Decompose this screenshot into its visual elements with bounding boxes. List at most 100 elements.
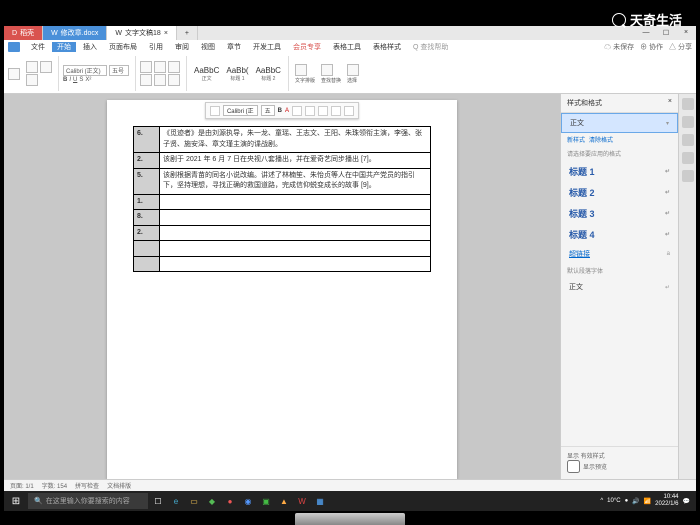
table-row[interactable]: 1. [134, 194, 431, 210]
menu-ref[interactable]: 引用 [144, 42, 168, 52]
row-content[interactable]: 该剧于 2021 年 6 月 7 日在央视八套播出，并在爱奇艺同步播出 [7]。 [160, 153, 431, 169]
row-number[interactable]: 2. [134, 225, 160, 241]
show-select[interactable]: 显示 有效样式 [567, 451, 672, 460]
edge-icon[interactable]: e [168, 493, 184, 509]
panel-close-icon[interactable]: × [668, 98, 672, 108]
weather-tray[interactable]: 10°C [607, 498, 620, 504]
paste-icon[interactable] [8, 68, 20, 80]
tray-up-icon[interactable]: ^ [600, 498, 603, 504]
row-number[interactable]: 1. [134, 194, 160, 210]
coop-button[interactable]: ⊕ 协作 [640, 42, 663, 52]
table-row[interactable] [134, 241, 431, 257]
row-number[interactable] [134, 256, 160, 272]
row-number[interactable]: 8. [134, 210, 160, 226]
task-view-icon[interactable]: ☐ [150, 493, 166, 509]
ft-split-icon[interactable] [344, 106, 354, 116]
app-icon-3[interactable]: ◉ [240, 493, 256, 509]
underline-button[interactable]: U [73, 77, 77, 83]
maximize-button[interactable]: ☐ [656, 29, 676, 37]
style-normal[interactable]: AaBbC正文 [191, 65, 222, 83]
menu-layout[interactable]: 页面布局 [104, 42, 142, 52]
save-status[interactable]: ☁ 未保存 [604, 42, 634, 52]
tab-doc2[interactable]: W文字文稿18× [107, 26, 177, 40]
ft-highlight-icon[interactable] [292, 106, 302, 116]
select-icon[interactable] [347, 64, 359, 76]
style-body[interactable]: 正文↵ [561, 278, 678, 296]
ft-font[interactable]: Calibri (正 [223, 105, 258, 116]
menu-view[interactable]: 视图 [196, 42, 220, 52]
row-content[interactable] [160, 241, 431, 257]
rt-icon-5[interactable] [682, 170, 694, 182]
style-hyperlink[interactable]: 超链接a [561, 245, 678, 263]
row-content[interactable] [160, 225, 431, 241]
notification-icon[interactable]: 💬 [683, 498, 690, 505]
rt-icon-2[interactable] [682, 116, 694, 128]
tab-doc1[interactable]: W修改章.docx [43, 26, 107, 40]
row-content[interactable]: 该剧根据青苗的同名小说改编。讲述了林楠笙、朱怡贞等人在中国共产党员的指引下，坚持… [160, 168, 431, 194]
font-select[interactable]: Calibri (正文) [63, 65, 107, 76]
new-style-link[interactable]: 新样式 [567, 135, 585, 144]
menu-review[interactable]: 审阅 [170, 42, 194, 52]
italic-button[interactable]: I [69, 77, 71, 83]
ft-bullets-icon[interactable] [305, 106, 315, 116]
help-search[interactable]: Q 查找帮助 [408, 42, 453, 52]
app-icon-5[interactable]: ▲ [276, 493, 292, 509]
row-number[interactable]: 5. [134, 168, 160, 194]
rt-icon-4[interactable] [682, 152, 694, 164]
start-button[interactable]: ⊞ [6, 492, 26, 510]
current-style[interactable]: 正文▾ [561, 113, 678, 133]
share-button[interactable]: △ 分享 [669, 42, 692, 52]
row-number[interactable]: 2. [134, 153, 160, 169]
align-center-icon[interactable] [154, 74, 166, 86]
copy-icon[interactable] [40, 61, 52, 73]
clear-format-link[interactable]: 清除格式 [589, 135, 613, 144]
style-h2[interactable]: AaBbC标题 2 [253, 65, 284, 83]
word-count[interactable]: 字数: 154 [42, 481, 67, 490]
style-heading2[interactable]: 标题 2↵ [561, 182, 678, 203]
taskbar-search[interactable]: 🔍在这里输入你要搜索的内容 [28, 493, 148, 509]
tab-new[interactable]: + [177, 26, 198, 40]
row-content[interactable] [160, 210, 431, 226]
menu-tablestyle[interactable]: 表格样式 [368, 42, 406, 52]
style-heading1[interactable]: 标题 1↵ [561, 161, 678, 182]
style-heading3[interactable]: 标题 3↵ [561, 203, 678, 224]
cut-icon[interactable] [26, 61, 38, 73]
row-content[interactable] [160, 194, 431, 210]
row-number[interactable]: 6. [134, 127, 160, 153]
menu-chapter[interactable]: 章节 [222, 42, 246, 52]
app-icon-4[interactable]: ▣ [258, 493, 274, 509]
document-area[interactable]: Calibri (正 五 B A 6.《觅迹者》是由刘源执导，朱一龙、童瑶、王志… [4, 94, 560, 479]
menu-start[interactable]: 开始 [52, 42, 76, 52]
rt-icon-1[interactable] [682, 98, 694, 110]
strike-button[interactable]: S [79, 77, 83, 83]
ft-merge-icon[interactable] [331, 106, 341, 116]
indent-icon[interactable] [168, 61, 180, 73]
table-row[interactable]: 2.该剧于 2021 年 6 月 7 日在央视八套播出，并在爱奇艺同步播出 [7… [134, 153, 431, 169]
rt-icon-3[interactable] [682, 134, 694, 146]
ft-color[interactable]: A [285, 108, 289, 114]
align-left-icon[interactable] [140, 74, 152, 86]
app-icon-1[interactable]: ◆ [204, 493, 220, 509]
ft-handle-icon[interactable] [210, 106, 220, 116]
page-count[interactable]: 页面: 1/1 [10, 481, 34, 490]
close-button[interactable]: × [676, 29, 696, 37]
minimize-button[interactable]: — [636, 29, 656, 37]
ft-align-icon[interactable] [318, 106, 328, 116]
tray-wifi-icon[interactable]: 📶 [644, 498, 651, 505]
tray-icon-2[interactable]: 🔊 [632, 498, 639, 505]
menu-tabletool[interactable]: 表格工具 [328, 42, 366, 52]
row-content[interactable]: 《觅迹者》是由刘源执导，朱一龙、童瑶、王志文、王阳、朱珠领衔主演，李强、张子贤、… [160, 127, 431, 153]
ft-bold[interactable]: B [278, 108, 282, 114]
super-button[interactable]: X² [85, 77, 91, 83]
row-number[interactable] [134, 241, 160, 257]
menu-dev[interactable]: 开发工具 [248, 42, 286, 52]
spellcheck-status[interactable]: 拼写检查 [75, 481, 99, 490]
app-logo-icon[interactable] [8, 42, 20, 52]
table-row[interactable]: 2. [134, 225, 431, 241]
bullets-icon[interactable] [140, 61, 152, 73]
align-right-icon[interactable] [168, 74, 180, 86]
tray-icon-1[interactable]: ● [625, 498, 629, 504]
ft-size[interactable]: 五 [261, 105, 275, 116]
menu-file[interactable]: 文件 [26, 42, 50, 52]
table-row[interactable]: 6.《觅迹者》是由刘源执导，朱一龙、童瑶、王志文、王阳、朱珠领衔主演，李强、张子… [134, 127, 431, 153]
